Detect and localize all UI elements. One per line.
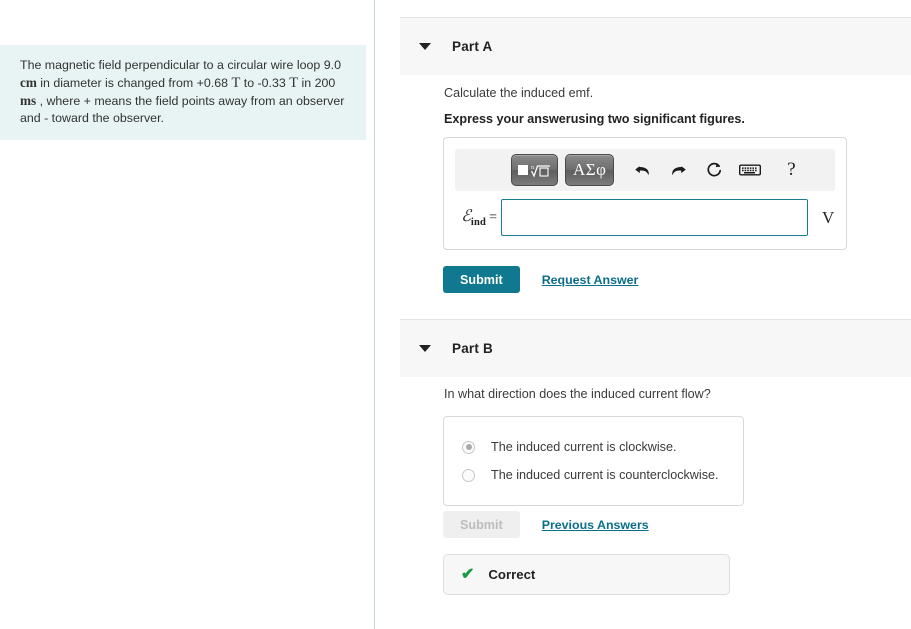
math-template-icon[interactable]: n	[511, 154, 558, 186]
reset-icon[interactable]	[699, 157, 729, 183]
chevron-down-icon[interactable]	[419, 43, 431, 50]
problem-line-1: The magnetic field perpendicular to a ci…	[20, 58, 321, 72]
feedback-label: Correct	[488, 567, 536, 582]
keyboard-icon[interactable]	[735, 157, 765, 183]
answer-unit: V	[822, 207, 835, 227]
problem-line-3-post: , where + means the field points away fr…	[20, 94, 345, 125]
part-a-header[interactable]: Part A	[400, 17, 911, 75]
problem-diameter-value: 9.0	[323, 58, 341, 72]
help-icon[interactable]: ?	[776, 157, 806, 183]
exercise-page: The magnetic field perpendicular to a ci…	[0, 0, 911, 629]
problem-line-3-pre: in 200	[301, 76, 336, 90]
svg-text:n: n	[531, 165, 534, 171]
request-answer-link[interactable]: Request Answer	[542, 273, 639, 287]
part-a-actions: Submit Request Answer	[443, 266, 638, 293]
problem-pane: The magnetic field perpendicular to a ci…	[0, 0, 375, 629]
part-b-title: Part B	[452, 341, 493, 356]
problem-line-2-to: to -0.33	[243, 76, 286, 90]
part-b-actions: Submit Previous Answers	[443, 511, 649, 538]
problem-statement-box: The magnetic field perpendicular to a ci…	[0, 45, 366, 140]
check-icon: ✔	[461, 565, 475, 583]
unit-cm: cm	[20, 75, 37, 90]
unit-tesla-2: T	[289, 75, 299, 91]
answer-field-label: ℰind =	[444, 206, 501, 228]
unit-tesla-1: T	[231, 75, 241, 91]
part-a-prompt-bold: Express your answerusing two significant…	[444, 112, 745, 126]
feedback-banner: ✔ Correct	[443, 554, 730, 595]
math-toolbar: n ΑΣφ ?	[455, 149, 835, 191]
problem-statement-text: The magnetic field perpendicular to a ci…	[20, 57, 350, 127]
radio-icon-clockwise[interactable]	[462, 440, 475, 454]
emf-symbol: ℰ	[461, 208, 471, 226]
undo-icon[interactable]	[627, 157, 657, 183]
part-a-title: Part A	[452, 39, 493, 54]
radio-icon-counterclockwise[interactable]	[462, 468, 475, 482]
part-b-prompt: In what direction does the induced curre…	[444, 387, 711, 401]
unit-ms: ms	[20, 93, 37, 108]
part-b-header[interactable]: Part B	[400, 319, 911, 377]
choice-clockwise[interactable]: The induced current is clockwise.	[444, 433, 743, 461]
emf-subscript: ind	[470, 217, 487, 229]
equals-sign: =	[489, 210, 497, 226]
problem-line-2-mid: in diameter is changed from +0.68	[40, 76, 228, 90]
previous-answers-link[interactable]: Previous Answers	[542, 518, 649, 532]
choice-label-clockwise: The induced current is clockwise.	[491, 440, 677, 454]
redo-icon[interactable]	[663, 157, 693, 183]
part-a-submit-button[interactable]: Submit	[443, 266, 520, 293]
answer-entry-box: n ΑΣφ ? ℰind = V	[443, 137, 847, 250]
chevron-down-icon[interactable]	[419, 345, 431, 352]
answer-pane: Part A Calculate the induced emf. Expres…	[376, 0, 911, 629]
part-b-choices: The induced current is clockwise. The in…	[443, 416, 744, 506]
choice-counterclockwise[interactable]: The induced current is counterclockwise.	[444, 461, 743, 489]
part-a-prompt: Calculate the induced emf.	[444, 86, 594, 100]
answer-input-row: ℰind = V	[444, 191, 846, 249]
part-b-submit-button[interactable]: Submit	[443, 511, 520, 538]
choice-label-counterclockwise: The induced current is counterclockwise.	[491, 468, 719, 482]
answer-input[interactable]	[501, 199, 808, 236]
greek-symbols-button[interactable]: ΑΣφ	[565, 154, 615, 186]
